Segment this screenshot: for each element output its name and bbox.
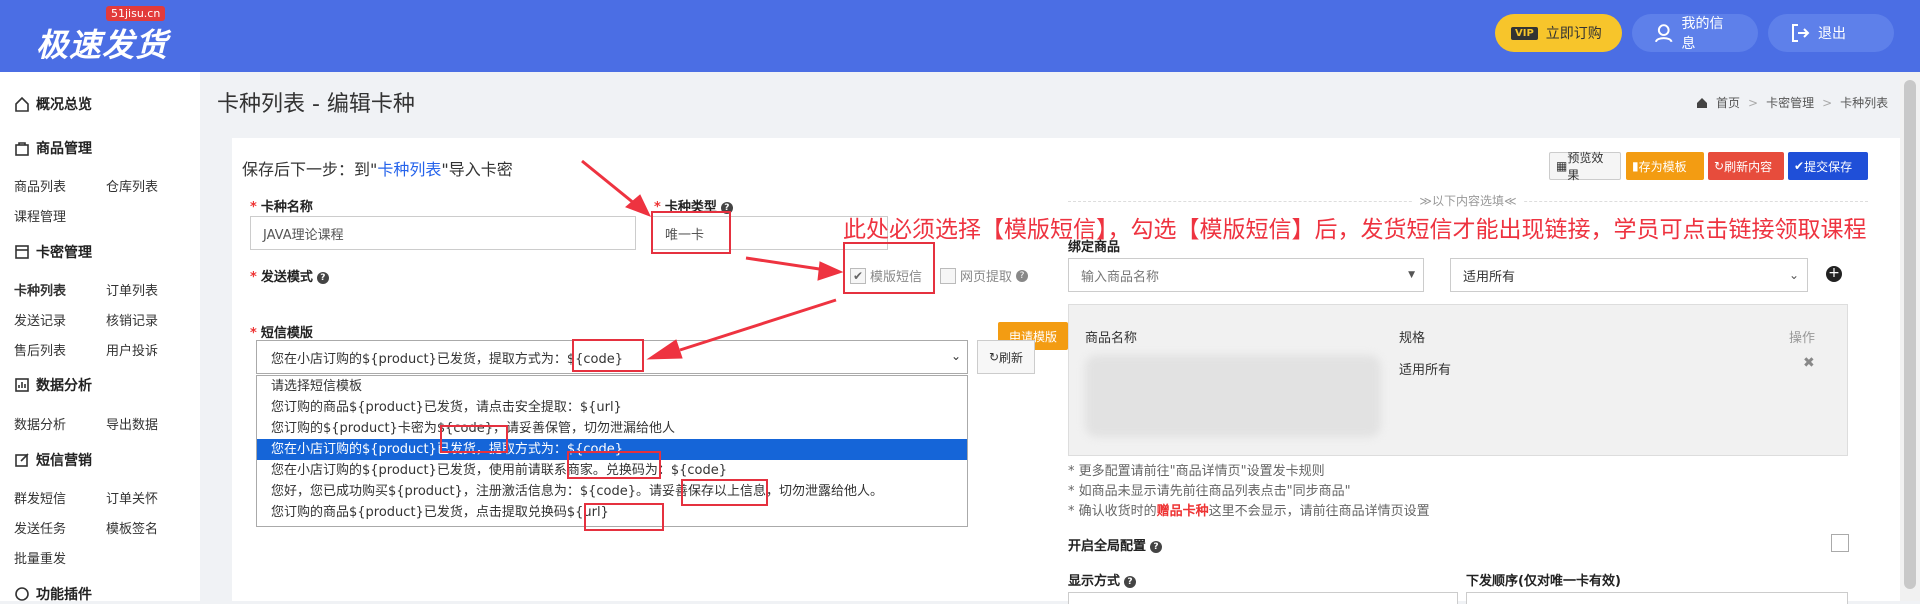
col-goods-name: 商品名称 — [1085, 331, 1138, 346]
chevron-down-icon: ⌄ — [1788, 268, 1799, 282]
col-action: 操作 — [1789, 331, 1816, 346]
remove-icon[interactable]: ✖ — [1803, 355, 1815, 371]
help-icon[interactable]: ? — [1150, 540, 1163, 553]
note3-suffix: 这里不会显示，请前往商品详情页设置 — [1208, 504, 1430, 519]
label-text: 开启全局配置 — [1068, 539, 1147, 554]
divider-text: ≫以下内容选填≪ — [1413, 194, 1523, 208]
page-scrollbar[interactable] — [1900, 72, 1920, 601]
row-spec: 适用所有 — [1399, 363, 1452, 378]
note-1: * 更多配置请前往"商品详情页"设置发卡规则 — [1068, 464, 1325, 479]
spec-select[interactable]: 适用所有 ⌄ — [1450, 258, 1808, 292]
scrollbar-thumb[interactable] — [1904, 80, 1916, 589]
note3-bold: 赠品卡种 — [1156, 504, 1209, 519]
bound-goods-table: 商品名称 规格 操作 适用所有 ✖ — [1068, 304, 1848, 456]
note3-prefix: * 确认收货时的 — [1068, 504, 1157, 519]
goods-input-placeholder: 输入商品名称 — [1081, 269, 1160, 285]
add-goods-icon[interactable]: + — [1826, 266, 1842, 282]
note-2: * 如商品未显示请先前往商品列表点击"同步商品" — [1068, 484, 1351, 499]
display-mode-label: 显示方式? — [1068, 570, 1137, 589]
issue-order-label: 下发顺序(仅对唯一卡有效) — [1466, 574, 1621, 589]
help-icon[interactable]: ? — [1124, 575, 1137, 588]
spec-select-value: 适用所有 — [1463, 269, 1516, 285]
issue-order-select[interactable] — [1466, 592, 1848, 604]
bind-goods-label: 绑定商品 — [1068, 240, 1121, 255]
annotation-text: 此处必须选择【模版短信】，勾选【模版短信】后，发货短信才能出现链接，学员可点击链… — [843, 217, 1867, 243]
note-3: * 确认收货时的赠品卡种这里不会显示，请前往商品详情页设置 — [1068, 500, 1430, 519]
global-config-label: 开启全局配置? — [1068, 535, 1163, 554]
display-mode-select[interactable] — [1068, 592, 1458, 604]
col-spec: 规格 — [1399, 331, 1426, 346]
global-config-checkbox[interactable] — [1831, 534, 1849, 552]
goods-name-input[interactable]: 输入商品名称 ▼ — [1068, 258, 1424, 292]
caret-down-icon: ▼ — [1408, 270, 1415, 280]
optional-divider: ≫以下内容选填≪ — [1068, 194, 1868, 208]
blurred-product-image — [1085, 355, 1381, 437]
annotation-arrows — [581, 159, 844, 360]
label-text: 显示方式 — [1068, 574, 1121, 589]
